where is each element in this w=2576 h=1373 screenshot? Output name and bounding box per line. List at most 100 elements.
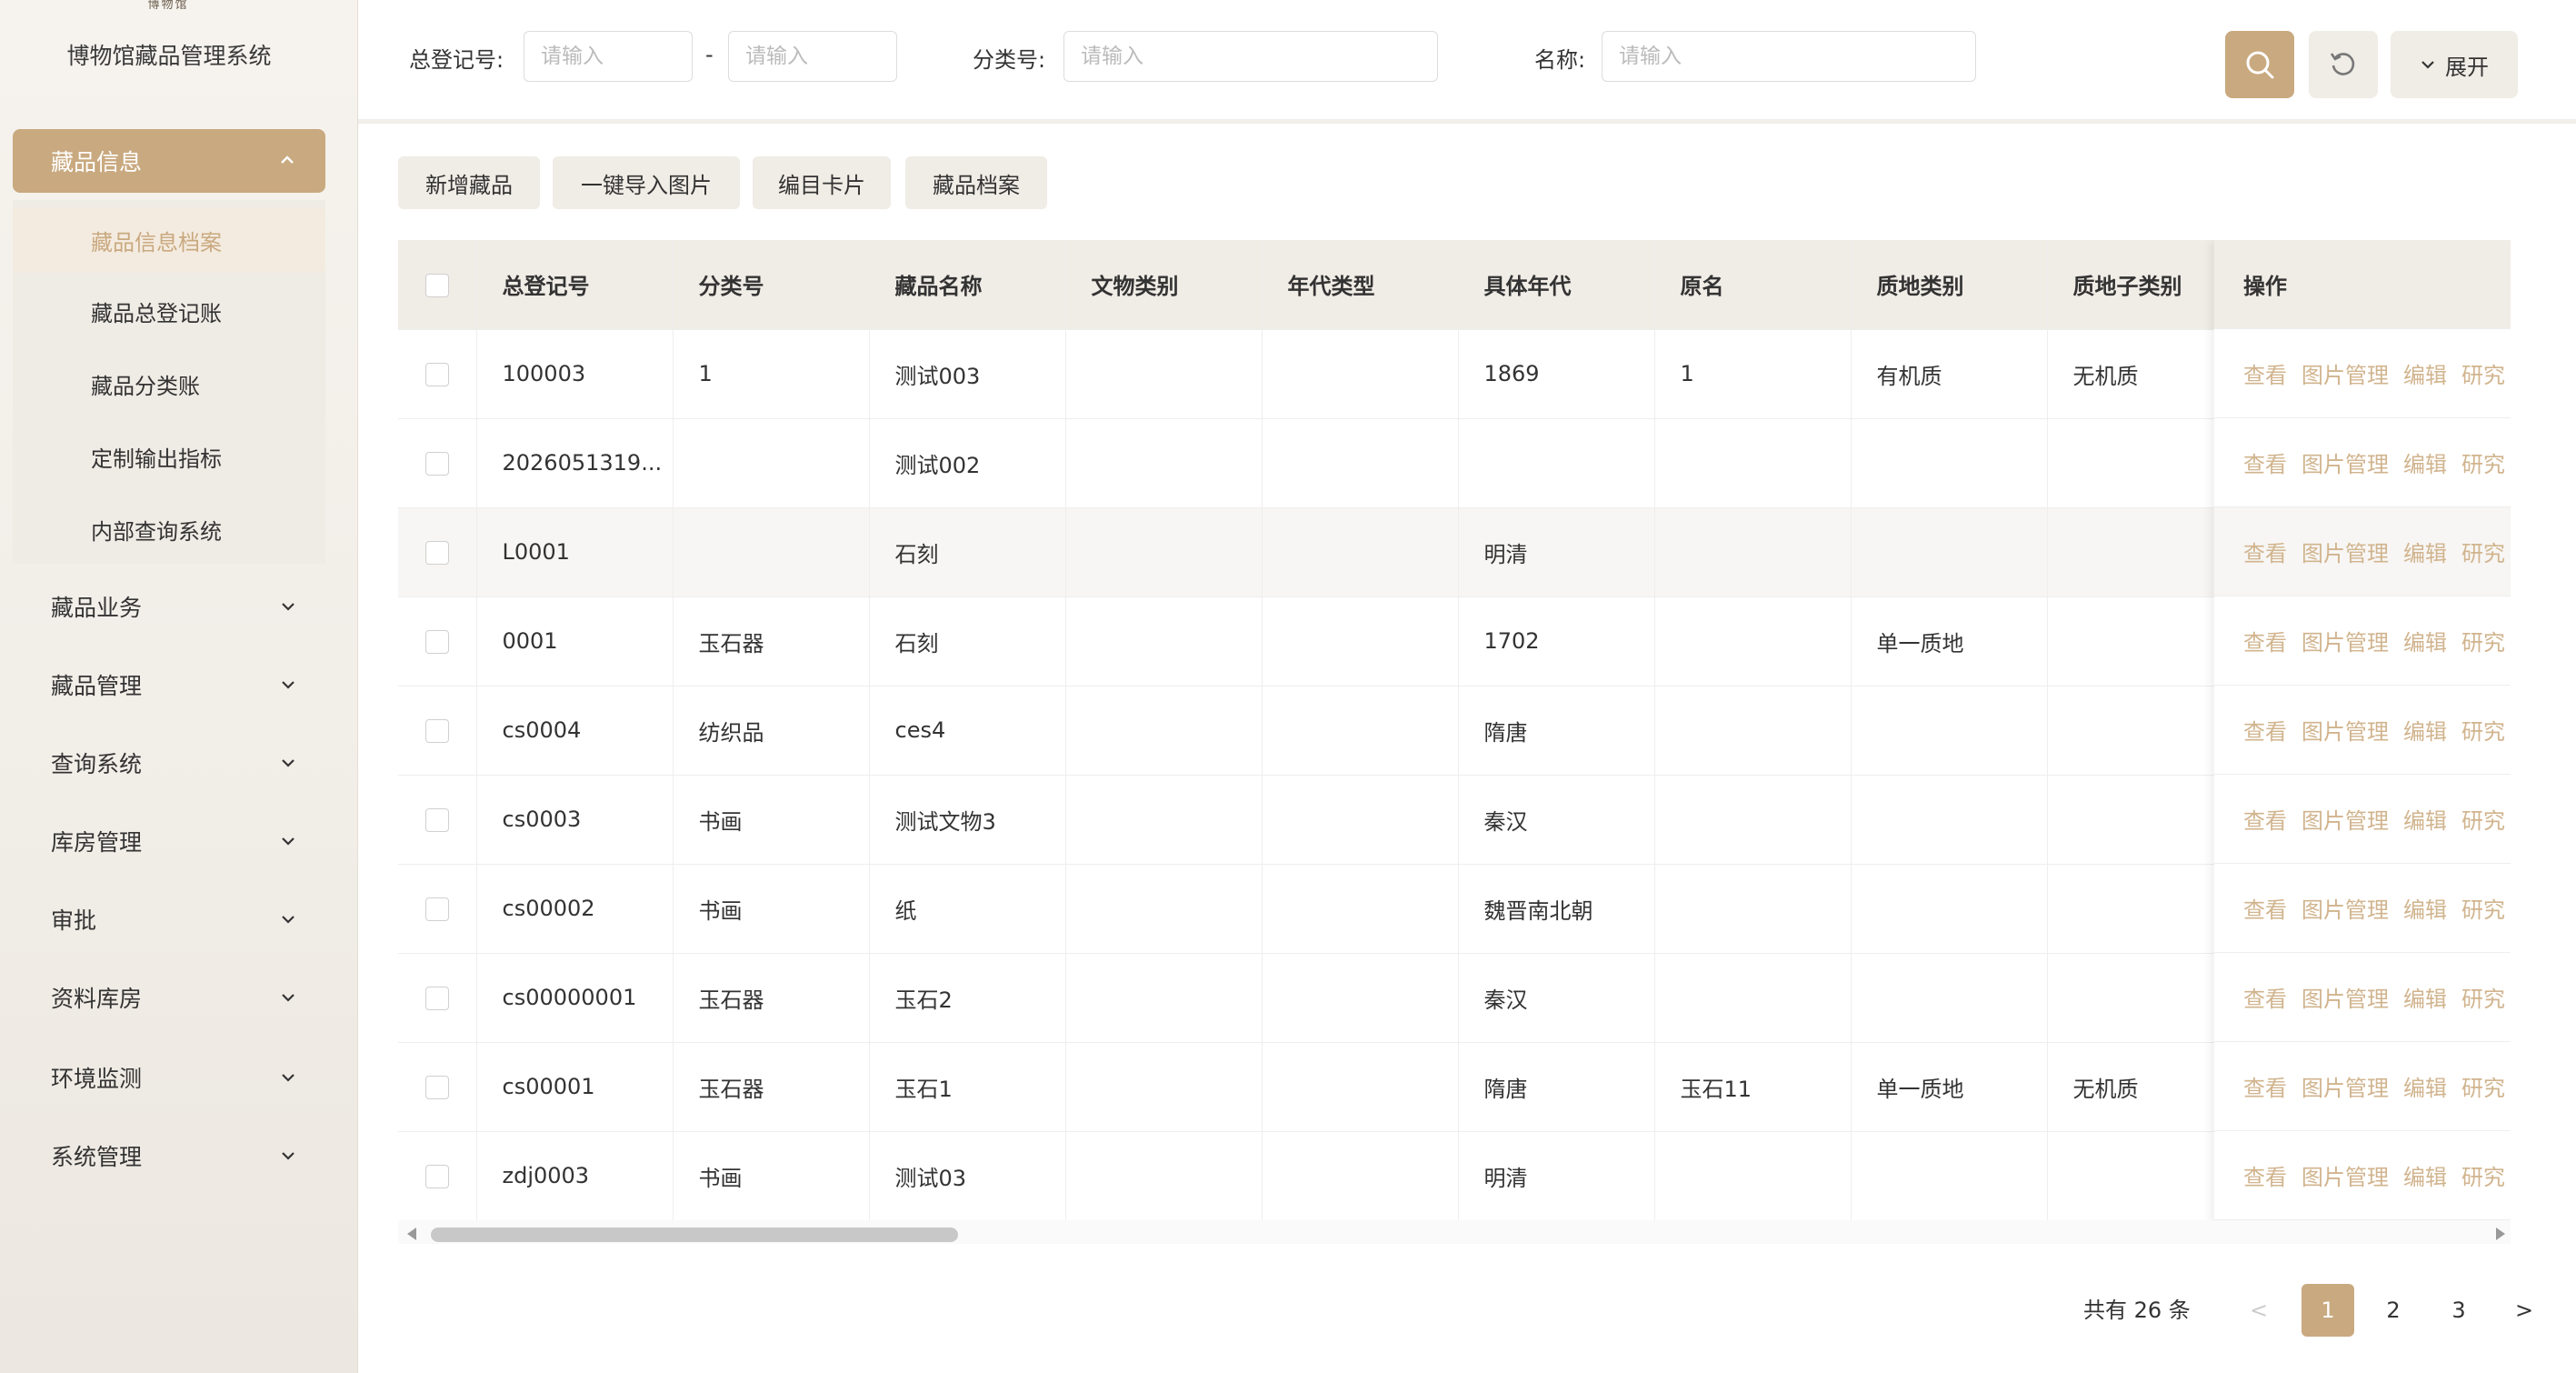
image-manage-link[interactable]: 图片管理 — [2301, 803, 2389, 835]
image-manage-link[interactable]: 图片管理 — [2301, 357, 2389, 389]
col-header-category[interactable]: 文物类别 — [1065, 240, 1263, 330]
menu-approval[interactable]: 审批 — [13, 887, 325, 951]
col-header-reg-no[interactable]: 总登记号 — [476, 240, 674, 330]
submenu-item-internal-query[interactable]: 内部查询系统 — [13, 496, 325, 562]
row-checkbox[interactable] — [424, 808, 449, 832]
row-checkbox[interactable] — [424, 363, 449, 386]
edit-link[interactable]: 编辑 — [2403, 446, 2447, 478]
image-manage-link[interactable]: 图片管理 — [2301, 892, 2389, 924]
table-cell: 有机质 — [1851, 329, 2048, 419]
select-all-checkbox[interactable] — [424, 273, 449, 297]
import-images-button[interactable]: 一键导入图片 — [553, 156, 740, 209]
view-link[interactable]: 查看 — [2243, 892, 2287, 924]
col-header-original-name[interactable]: 原名 — [1654, 240, 1852, 330]
image-manage-link[interactable]: 图片管理 — [2301, 1159, 2389, 1191]
view-link[interactable]: 查看 — [2243, 803, 2287, 835]
menu-query-system[interactable]: 查询系统 — [13, 731, 325, 795]
research-link[interactable]: 研究 — [2461, 357, 2505, 389]
horizontal-scrollbar[interactable] — [398, 1220, 2511, 1244]
reset-button[interactable] — [2309, 31, 2378, 98]
reg-no-from-input[interactable] — [524, 31, 693, 82]
next-page-button[interactable]: > — [2498, 1284, 2551, 1337]
research-link[interactable]: 研究 — [2461, 625, 2505, 656]
image-manage-link[interactable]: 图片管理 — [2301, 446, 2389, 478]
research-link[interactable]: 研究 — [2461, 1159, 2505, 1191]
table-cell — [1262, 775, 1459, 865]
scroll-thumb[interactable] — [431, 1228, 958, 1242]
row-checkbox[interactable] — [424, 630, 449, 654]
menu-env-monitor[interactable]: 环境监测 — [13, 1046, 325, 1109]
view-link[interactable]: 查看 — [2243, 714, 2287, 746]
edit-link[interactable]: 编辑 — [2403, 1159, 2447, 1191]
edit-link[interactable]: 编辑 — [2403, 625, 2447, 656]
edit-link[interactable]: 编辑 — [2403, 536, 2447, 567]
table-row: cs0003 书画 测试文物3 秦汉 — [398, 775, 2244, 865]
submenu-item-output-index[interactable]: 定制输出指标 — [13, 424, 325, 489]
image-manage-link[interactable]: 图片管理 — [2301, 625, 2389, 656]
name-input[interactable] — [1602, 31, 1976, 82]
menu-system-management[interactable]: 系统管理 — [13, 1124, 325, 1188]
image-manage-link[interactable]: 图片管理 — [2301, 536, 2389, 567]
view-link[interactable]: 查看 — [2243, 1070, 2287, 1102]
research-link[interactable]: 研究 — [2461, 892, 2505, 924]
research-link[interactable]: 研究 — [2461, 1070, 2505, 1102]
research-link[interactable]: 研究 — [2461, 803, 2505, 835]
research-link[interactable]: 研究 — [2461, 981, 2505, 1013]
menu-warehouse[interactable]: 库房管理 — [13, 809, 325, 873]
expand-button[interactable]: 展开 — [2391, 31, 2518, 98]
submenu-item-class-ledger[interactable]: 藏品分类账 — [13, 351, 325, 416]
row-checkbox[interactable] — [424, 719, 449, 743]
row-checkbox[interactable] — [424, 897, 449, 921]
edit-link[interactable]: 编辑 — [2403, 1070, 2447, 1102]
col-header-era-type[interactable]: 年代类型 — [1262, 240, 1459, 330]
class-no-input[interactable] — [1063, 31, 1438, 82]
view-link[interactable]: 查看 — [2243, 536, 2287, 567]
view-link[interactable]: 查看 — [2243, 446, 2287, 478]
collection-table: 总登记号 分类号 藏品名称 文物类别 年代类型 具体年代 原名 质地类别 质地子… — [398, 240, 2511, 1253]
scroll-right-icon[interactable] — [2496, 1228, 2505, 1240]
row-checkbox[interactable] — [424, 541, 449, 565]
submenu-item-archive[interactable]: 藏品信息档案 — [13, 207, 325, 273]
menu-collection-business[interactable]: 藏品业务 — [13, 575, 325, 638]
page-button-1[interactable]: 1 — [2301, 1284, 2354, 1337]
search-button[interactable] — [2225, 31, 2294, 98]
row-checkbox[interactable] — [424, 1165, 449, 1188]
view-link[interactable]: 查看 — [2243, 981, 2287, 1013]
research-link[interactable]: 研究 — [2461, 714, 2505, 746]
prev-page-button[interactable]: < — [2232, 1284, 2285, 1337]
row-checkbox[interactable] — [424, 987, 449, 1010]
expand-label: 展开 — [2445, 54, 2489, 80]
view-link[interactable]: 查看 — [2243, 357, 2287, 389]
image-manage-link[interactable]: 图片管理 — [2301, 981, 2389, 1013]
edit-link[interactable]: 编辑 — [2403, 981, 2447, 1013]
reg-no-to-input[interactable] — [728, 31, 897, 82]
menu-collection-info[interactable]: 藏品信息 — [13, 129, 325, 193]
catalog-card-button[interactable]: 编目卡片 — [753, 156, 891, 209]
table-cell — [1262, 329, 1459, 419]
row-checkbox[interactable] — [424, 452, 449, 476]
submenu-item-ledger[interactable]: 藏品总登记账 — [13, 278, 325, 344]
edit-link[interactable]: 编辑 — [2403, 357, 2447, 389]
collection-archive-button[interactable]: 藏品档案 — [905, 156, 1047, 209]
image-manage-link[interactable]: 图片管理 — [2301, 1070, 2389, 1102]
edit-link[interactable]: 编辑 — [2403, 714, 2447, 746]
col-header-name[interactable]: 藏品名称 — [869, 240, 1066, 330]
menu-archive-warehouse[interactable]: 资料库房 — [13, 966, 325, 1029]
image-manage-link[interactable]: 图片管理 — [2301, 714, 2389, 746]
col-header-class-no[interactable]: 分类号 — [673, 240, 870, 330]
col-header-era[interactable]: 具体年代 — [1458, 240, 1655, 330]
page-button-2[interactable]: 2 — [2367, 1284, 2420, 1337]
edit-link[interactable]: 编辑 — [2403, 892, 2447, 924]
view-link[interactable]: 查看 — [2243, 1159, 2287, 1191]
edit-link[interactable]: 编辑 — [2403, 803, 2447, 835]
row-checkbox[interactable] — [424, 1076, 449, 1099]
scroll-left-icon[interactable] — [407, 1228, 416, 1240]
research-link[interactable]: 研究 — [2461, 446, 2505, 478]
view-link[interactable]: 查看 — [2243, 625, 2287, 656]
add-collection-button[interactable]: 新增藏品 — [398, 156, 540, 209]
research-link[interactable]: 研究 — [2461, 536, 2505, 567]
menu-collection-management[interactable]: 藏品管理 — [13, 653, 325, 717]
page-button-3[interactable]: 3 — [2432, 1284, 2485, 1337]
col-header-material[interactable]: 质地类别 — [1851, 240, 2048, 330]
table-header-row: 总登记号 分类号 藏品名称 文物类别 年代类型 具体年代 原名 质地类别 质地子… — [398, 240, 2244, 330]
